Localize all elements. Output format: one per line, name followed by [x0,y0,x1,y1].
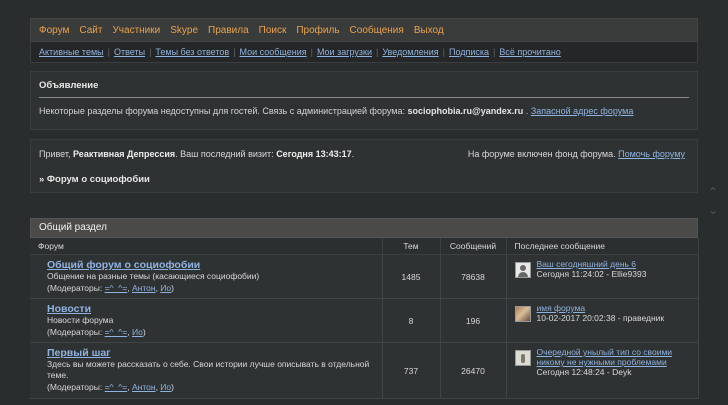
nav-messages[interactable]: Сообщения [350,25,404,36]
backup-address-link[interactable]: Запасной адрес форума [531,106,634,116]
avatar[interactable] [514,350,531,366]
nav-profile[interactable]: Профиль [296,25,339,36]
nav-members[interactable]: Участники [112,25,160,36]
nav-rules[interactable]: Правила [208,25,249,36]
subnav-notifications[interactable]: Уведомления [382,47,438,57]
forum-title[interactable]: Первый шаг [47,347,374,359]
topics-count: 737 [382,342,441,399]
forum-description: Здесь вы можете рассказать о себе. Свои … [47,359,370,380]
main-nav: Форум Сайт Участники Skype Правила Поиск… [30,18,698,42]
topics-count: 8 [382,298,441,343]
moderator-link[interactable]: Антон [132,283,156,293]
help-forum-link[interactable]: Помочь форуму [618,149,685,159]
subnav-subscription[interactable]: Подписка [449,47,489,57]
nav-logout[interactable]: Выход [414,25,444,36]
nav-site[interactable]: Сайт [79,25,102,36]
last-post-title[interactable]: Очередной унылый тип со своими никому не… [537,347,673,367]
nav-forum[interactable]: Форум [39,25,69,36]
moderators: (Модераторы: =^_^=, Антон, Ио) [47,283,174,293]
moderator-link[interactable]: Ио [132,327,143,337]
last-post-cell: Очередной унылый тип со своими никому не… [506,342,699,399]
posts-count: 26470 [440,342,507,399]
fund-notice: На форуме включен фонд форума. Помочь фо… [468,149,685,159]
posts-count: 196 [440,298,507,343]
subnav-unanswered[interactable]: Темы без ответов [155,47,229,57]
last-post-meta: Сегодня 12:48:24 - Deyk [536,367,632,377]
last-visit-time: Сегодня 13:43:17 [276,149,352,159]
scroll-down-icon[interactable]: ⌄ [708,203,718,217]
moderator-link[interactable]: Антон [132,382,156,392]
last-visit-label: . Ваш последний визит: [175,149,274,159]
category-title: Общий раздел [30,218,698,238]
subnav-my-uploads[interactable]: Мои загрузки [317,47,372,57]
last-post-cell: Ваш сегодняшний день 6 Сегодня 11:24:02 … [506,254,699,299]
greeting-text: Привет, [39,149,71,159]
col-header-last: Последнее сообщение [506,238,699,255]
subnav-my-posts[interactable]: Мои сообщения [240,47,307,57]
subnav-replies[interactable]: Ответы [114,47,145,57]
posts-count: 78638 [440,254,507,299]
forum-cell: Первый шаг Здесь вы можете рассказать о … [30,342,383,399]
moderator-link[interactable]: =^_^= [105,382,128,392]
forum-title[interactable]: Общий форум о социофобии [47,259,374,271]
table-row: Новости Новости форума (Модераторы: =^_^… [30,298,699,343]
table-row: Общий форум о социофобии Общение на разн… [30,254,699,299]
admin-email: sociophobia.ru@yandex.ru [407,106,524,116]
welcome-greeting: Привет, Реактивная Депрессия. Ваш послед… [39,149,354,159]
last-post-meta: 10-02-2017 20:02:38 - праведник [536,313,665,323]
announcement-box: Объявление Некоторые разделы форума недо… [30,71,698,130]
forum-title[interactable]: Новости [47,303,374,315]
moderators-label: (Модераторы: [47,327,105,337]
moderator-link[interactable]: Ио [160,283,171,293]
sub-nav: Активные темы | Ответы | Темы без ответов |… [30,42,698,63]
moderator-link[interactable]: =^_^= [105,327,128,337]
welcome-box: Привет, Реактивная Депрессия. Ваш послед… [30,139,698,193]
last-post-title[interactable]: имя форума [537,303,586,313]
announcement-text: Некоторые разделы форума недоступны для … [39,106,689,116]
last-post-meta: Сегодня 11:24:02 - Ellie9393 [536,269,647,279]
topics-count: 1485 [382,254,441,299]
table-row: Первый шаг Здесь вы можете рассказать о … [30,342,699,399]
page-wrapper: Форум Сайт Участники Skype Правила Поиск… [30,18,699,399]
nav-search[interactable]: Поиск [259,25,287,36]
announcement-body: Некоторые разделы форума недоступны для … [39,106,405,116]
breadcrumb[interactable]: » Форум о социофобии [39,174,150,185]
last-post-cell: имя форума 10-02-2017 20:02:38 - праведн… [506,298,699,343]
subnav-mark-read[interactable]: Всё прочитано [499,47,560,57]
announcement-dot: . [525,106,529,116]
forum-cell: Общий форум о социофобии Общение на разн… [30,254,383,299]
username: Реактивная Депрессия [73,149,176,159]
scroll-up-icon[interactable]: ⌃ [708,185,718,199]
forum-description: Общение на разные темы (касающиеся социо… [47,271,260,281]
nav-skype[interactable]: Skype [170,25,198,36]
moderators-label: (Модераторы: [47,283,105,293]
moderator-link[interactable]: =^_^= [105,283,128,293]
forum-description: Новости форума [47,315,114,325]
moderators: (Модераторы: =^_^=, Ио) [47,327,146,337]
avatar[interactable] [514,262,531,278]
subnav-active-topics[interactable]: Активные темы [39,47,104,57]
forum-section: Общий раздел Форум Тем Сообщений Последн… [30,218,699,399]
last-post-title[interactable]: Ваш сегодняшний день 6 [537,259,637,269]
forum-cell: Новости Новости форума (Модераторы: =^_^… [30,298,383,343]
greeting-end: . [351,149,355,159]
moderators-label: (Модераторы: [47,382,105,392]
col-header-topics: Тем [382,238,441,255]
col-header-forum: Форум [30,238,383,255]
moderators: (Модераторы: =^_^=, Антон, Ио) [47,382,174,392]
forum-table: Форум Тем Сообщений Последнее сообщение … [30,238,699,399]
col-header-posts: Сообщений [440,238,507,255]
moderator-link[interactable]: Ио [160,382,171,392]
fund-text: На форуме включен фонд форума. [467,149,616,159]
avatar[interactable] [514,306,531,322]
announcement-title: Объявление [39,80,689,98]
